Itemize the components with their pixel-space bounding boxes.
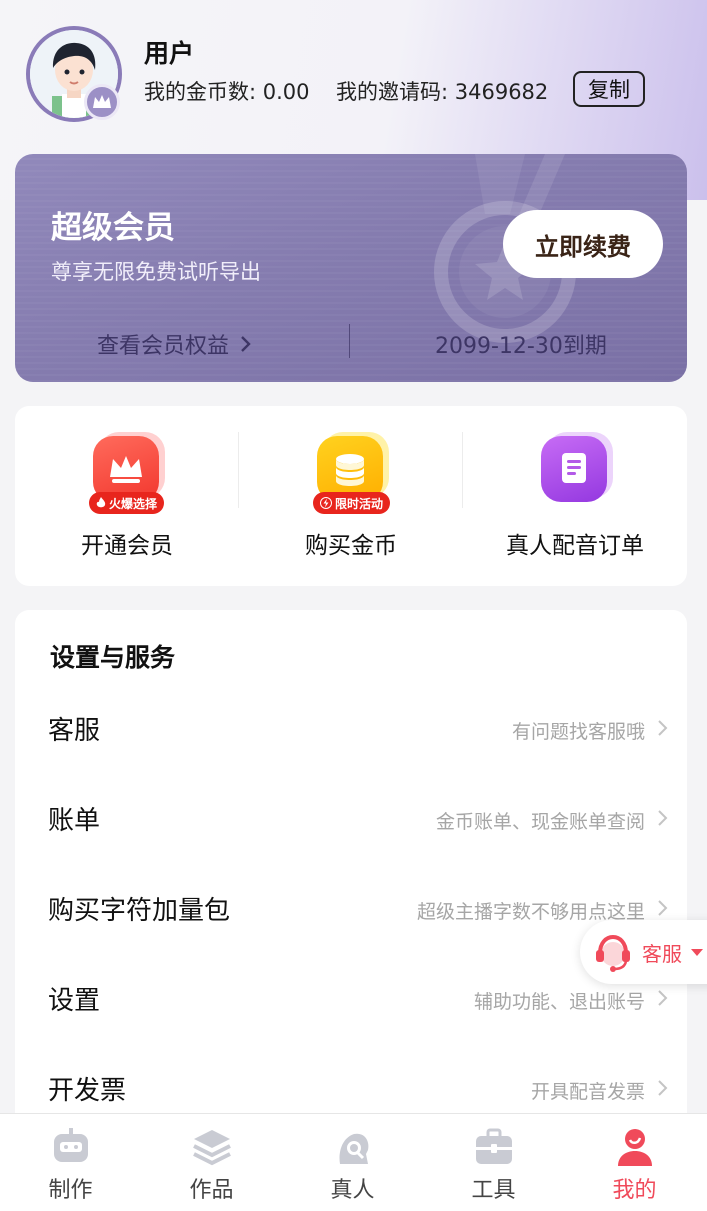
vip-divider xyxy=(349,324,350,358)
quick-action-label: 开通会员 xyxy=(81,533,173,559)
chevron-right-icon xyxy=(658,990,668,1006)
caret-down-icon xyxy=(691,949,703,956)
tab-label: 制作 xyxy=(48,1178,93,1203)
voice-order-action[interactable]: 真人配音订单 xyxy=(463,406,687,586)
person-search-icon xyxy=(339,1133,368,1164)
invite-code: 我的邀请码: 3469682 xyxy=(336,80,549,104)
settings-card: 设置与服务 客服 有问题找客服哦 账单 金币账单、现金账单查阅 购买字符加量包 … xyxy=(15,610,687,1130)
tab-label: 我的 xyxy=(612,1178,657,1203)
robot-icon xyxy=(53,1128,88,1162)
row-label: 账单 xyxy=(48,806,101,836)
row-hint: 辅助功能、退出账号 xyxy=(473,991,645,1013)
vip-card[interactable]: 超级会员 尊享无限免费试听导出 立即续费 查看会员权益 2099-12-30到期 xyxy=(15,154,687,382)
coin-balance: 我的金币数: 0.00 xyxy=(144,80,310,104)
vip-title: 超级会员 xyxy=(51,210,175,246)
open-membership-action[interactable]: 火爆选择 开通会员 xyxy=(15,406,239,586)
vip-crown-badge-icon xyxy=(84,84,120,120)
buy-coins-action[interactable]: 限时活动 购买金币 xyxy=(239,406,463,586)
profile-icon xyxy=(617,1129,652,1166)
floating-service-label: 客服 xyxy=(642,941,682,966)
settings-title: 设置与服务 xyxy=(50,643,176,672)
tab-real-person[interactable]: 真人 xyxy=(282,1114,423,1211)
quick-action-label: 购买金币 xyxy=(305,533,397,559)
badge-label: 火爆选择 xyxy=(109,496,158,511)
row-hint: 开具配音发票 xyxy=(530,1081,645,1103)
tab-label: 真人 xyxy=(330,1178,375,1203)
tab-label: 工具 xyxy=(471,1178,516,1203)
tab-create[interactable]: 制作 xyxy=(0,1114,141,1211)
chevron-right-icon xyxy=(658,1080,668,1096)
row-hint: 金币账单、现金账单查阅 xyxy=(435,811,645,833)
quick-action-label: 真人配音订单 xyxy=(506,533,644,559)
row-hint: 有问题找客服哦 xyxy=(511,721,645,743)
settings-row-bills[interactable]: 账单 金币账单、现金账单查阅 xyxy=(15,778,687,858)
flame-icon xyxy=(96,497,106,508)
settings-row-customer-service[interactable]: 客服 有问题找客服哦 xyxy=(15,688,687,768)
hot-choice-badge: 火爆选择 xyxy=(89,492,165,514)
badge-label: 限时活动 xyxy=(335,496,384,511)
renew-button[interactable]: 立即续费 xyxy=(503,210,663,278)
row-label: 开发票 xyxy=(48,1076,127,1106)
order-document-icon xyxy=(541,436,607,502)
tab-works[interactable]: 作品 xyxy=(141,1114,282,1211)
toolbox-icon xyxy=(475,1128,512,1164)
vip-expiry-date: 2099-12-30到期 xyxy=(435,334,607,359)
vip-subtitle: 尊享无限免费试听导出 xyxy=(51,260,261,284)
quick-actions-card: 火爆选择 开通会员 限时活动 购买金币 真人配音订单 xyxy=(15,406,687,586)
floating-customer-service-button[interactable]: 客服 xyxy=(580,920,707,984)
chevron-right-icon xyxy=(658,900,668,916)
row-label: 客服 xyxy=(48,716,101,746)
layers-icon xyxy=(192,1130,231,1166)
row-label: 购买字符加量包 xyxy=(48,896,231,926)
chevron-right-icon xyxy=(658,720,668,736)
row-label: 设置 xyxy=(48,986,101,1016)
copy-invite-button[interactable]: 复制 xyxy=(573,71,645,107)
view-benefits-label: 查看会员权益 xyxy=(97,334,230,359)
headset-icon xyxy=(596,934,630,972)
limited-time-badge: 限时活动 xyxy=(313,492,391,514)
chevron-right-icon xyxy=(658,810,668,826)
tab-label: 作品 xyxy=(189,1178,234,1203)
tab-tools[interactable]: 工具 xyxy=(423,1114,564,1211)
tab-mine[interactable]: 我的 xyxy=(564,1114,705,1211)
chevron-right-icon xyxy=(241,336,251,352)
lightning-icon xyxy=(320,497,332,509)
username: 用户 xyxy=(144,39,195,68)
bottom-tab-bar: 制作 作品 真人 工具 我的 xyxy=(0,1113,707,1211)
view-benefits-link[interactable]: 查看会员权益 xyxy=(97,328,253,360)
